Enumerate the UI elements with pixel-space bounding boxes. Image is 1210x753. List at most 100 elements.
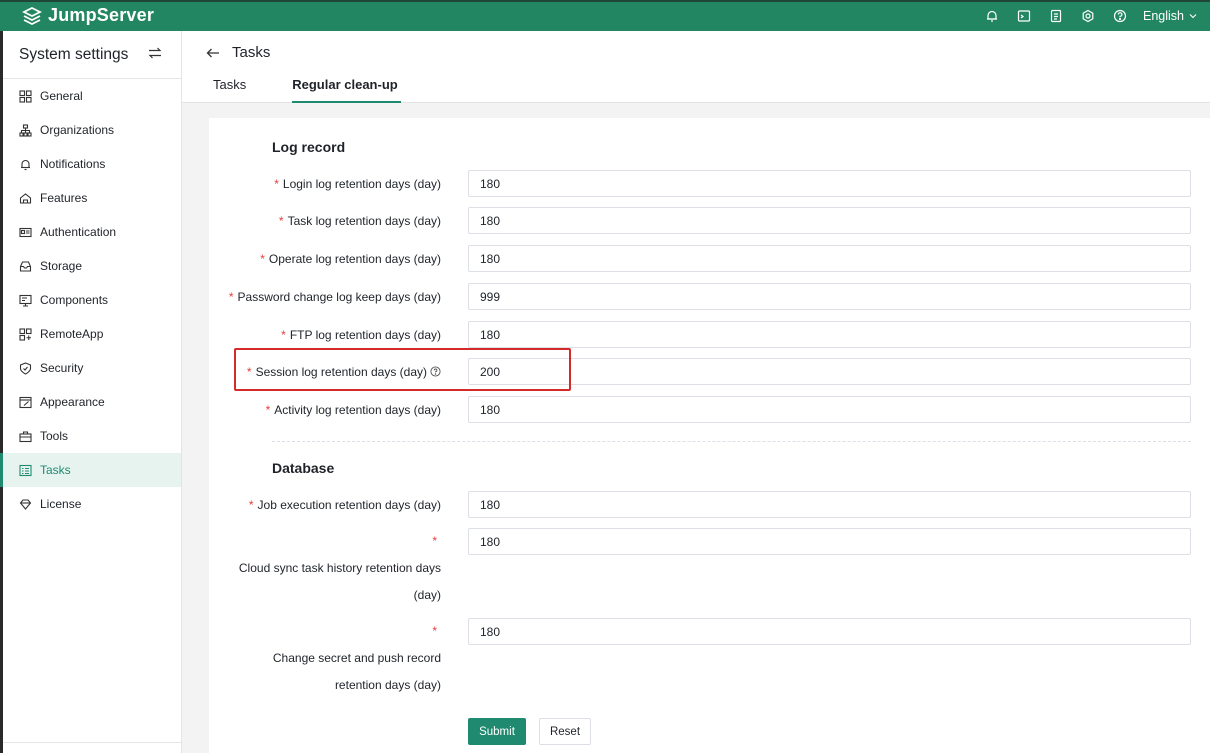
required-mark: * [260, 252, 265, 266]
license-icon [18, 497, 32, 511]
required-mark: * [246, 365, 252, 379]
sidebar-item-label: Storage [40, 259, 83, 273]
password-change-log-input[interactable] [468, 283, 1191, 310]
ftp-log-retention-input[interactable] [468, 321, 1191, 348]
sidebar-item-label: License [40, 497, 82, 511]
cloud-sync-retention-input[interactable] [468, 528, 1191, 555]
language-label: English [1143, 8, 1184, 23]
job-execution-retention-input[interactable] [468, 491, 1191, 518]
sidebar-item-notifications[interactable]: Notifications [3, 147, 181, 181]
shield-icon [18, 361, 32, 375]
sidebar-divider [3, 742, 181, 743]
sidebar-item-label: RemoteApp [40, 327, 104, 341]
required-mark: * [278, 214, 284, 228]
tab-regular-clean-up[interactable]: Regular clean-up [292, 75, 402, 103]
sidebar-item-label: Components [40, 293, 109, 307]
appearance-icon [18, 395, 32, 409]
section-title-log-record: Log record [272, 139, 346, 155]
section-title-database: Database [272, 460, 335, 476]
sidebar-item-label: Security [40, 361, 84, 375]
id-card-icon [18, 225, 32, 239]
clipboard-icon[interactable] [1043, 0, 1069, 31]
page-title: Tasks [232, 44, 271, 61]
logo[interactable]: JumpServer [0, 5, 182, 26]
terminal-icon[interactable] [1011, 0, 1037, 31]
settings-icon[interactable] [1075, 0, 1101, 31]
switch-icon[interactable] [147, 45, 163, 64]
help-icon[interactable] [1107, 0, 1133, 31]
sidebar-item-general[interactable]: General [3, 79, 181, 113]
sidebar: System settings General Organizations No… [0, 31, 182, 753]
settings-form-card: Log record * Login log retention days (da… [209, 118, 1210, 753]
jumpserver-logo-icon [22, 6, 42, 25]
sidebar-item-organizations[interactable]: Organizations [3, 113, 181, 147]
required-mark: * [432, 534, 437, 548]
sidebar-item-storage[interactable]: Storage [3, 249, 181, 283]
top-navbar: JumpServer English [0, 0, 1210, 31]
field-label: * Change secret and push record retentio… [272, 624, 441, 692]
sidebar-item-label: Tasks [40, 463, 71, 477]
org-tree-icon [18, 123, 32, 137]
section-divider [272, 441, 1191, 442]
field-label: * Login log retention days (day) [274, 177, 441, 191]
storage-icon [18, 259, 32, 273]
feature-icon [18, 191, 32, 205]
grid-icon [18, 89, 32, 103]
tab-tasks[interactable]: Tasks [213, 75, 246, 103]
field-label: * Job execution retention days (day) [248, 498, 441, 512]
field-label: * Task log retention days (day) [278, 214, 441, 228]
sidebar-title: System settings [19, 45, 129, 63]
sidebar-item-label: Features [40, 191, 88, 205]
tab-bar: Tasks Regular clean-up [213, 75, 444, 103]
toolbox-icon [18, 429, 32, 443]
chevron-down-icon [1189, 13, 1197, 18]
required-mark: * [281, 328, 286, 342]
change-secret-retention-input[interactable] [468, 618, 1191, 645]
sidebar-item-label: Authentication [40, 225, 117, 239]
sidebar-item-license[interactable]: License [3, 487, 181, 521]
sidebar-item-label: General [40, 89, 83, 103]
sidebar-item-label: Tools [40, 429, 69, 443]
question-circle-icon[interactable] [427, 365, 441, 379]
sidebar-item-components[interactable]: Components [3, 283, 181, 317]
sidebar-item-label: Notifications [40, 157, 106, 171]
sidebar-item-authentication[interactable]: Authentication [3, 215, 181, 249]
app-name: JumpServer [48, 5, 155, 25]
field-label: * Password change log keep days (day) [228, 290, 441, 304]
sidebar-item-label: Organizations [40, 123, 115, 137]
sidebar-header: System settings [3, 31, 181, 79]
monitor-icon [18, 293, 32, 307]
field-label: * Operate log retention days (day) [260, 252, 441, 266]
language-selector[interactable]: English [1143, 9, 1198, 23]
back-arrow-icon[interactable] [206, 46, 220, 60]
sidebar-item-security[interactable]: Security [3, 351, 181, 385]
required-mark: * [228, 290, 234, 304]
required-mark: * [248, 498, 254, 512]
page-header: Tasks Tasks Regular clean-up [182, 31, 1210, 103]
sidebar-item-tools[interactable]: Tools [3, 419, 181, 453]
task-log-retention-input[interactable] [468, 207, 1191, 234]
bell-icon [18, 157, 32, 171]
login-log-retention-input[interactable] [468, 170, 1191, 197]
field-label: * Cloud sync task history retention days… [238, 534, 441, 602]
bell-icon[interactable] [979, 0, 1005, 31]
field-label: * Session log retention days (day) [247, 365, 441, 379]
required-mark: * [432, 624, 437, 638]
required-mark: * [265, 403, 271, 417]
sidebar-item-features[interactable]: Features [3, 181, 181, 215]
apps-icon [18, 327, 32, 341]
reset-button[interactable]: Reset [539, 718, 591, 745]
sidebar-item-appearance[interactable]: Appearance [3, 385, 181, 419]
sidebar-item-remoteapp[interactable]: RemoteApp [3, 317, 181, 351]
required-mark: * [274, 177, 279, 191]
activity-log-retention-input[interactable] [468, 396, 1191, 423]
sidebar-menu: General Organizations Notifications Feat… [0, 79, 181, 521]
field-label: * FTP log retention days (day) [281, 328, 441, 342]
sidebar-item-label: Appearance [40, 395, 105, 409]
sidebar-item-tasks[interactable]: Tasks [0, 453, 181, 487]
session-log-retention-input[interactable] [468, 358, 1191, 385]
field-label: * Activity log retention days (day) [265, 403, 441, 417]
tasks-icon [18, 463, 32, 477]
submit-button[interactable]: Submit [468, 718, 526, 745]
operate-log-retention-input[interactable] [468, 245, 1191, 272]
